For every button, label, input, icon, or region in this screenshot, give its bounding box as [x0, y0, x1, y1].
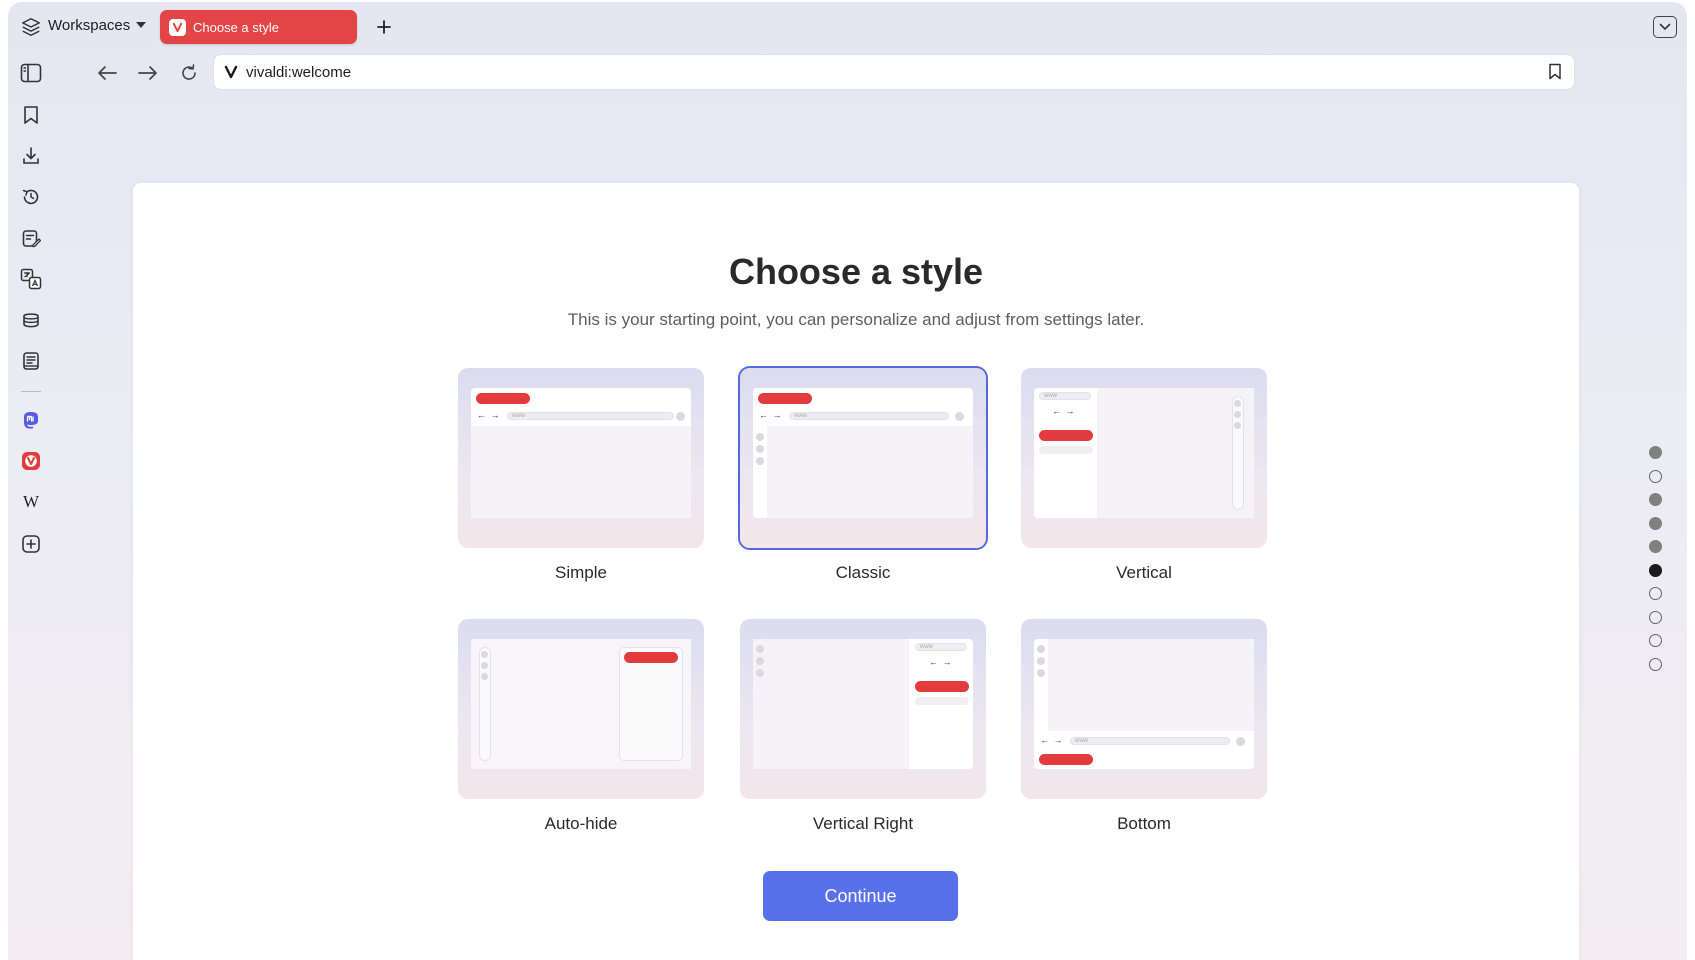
page-subtitle: This is your starting point, you can per… [567, 310, 1145, 329]
style-label: Auto-hide [544, 814, 618, 833]
back-button[interactable] [94, 60, 120, 86]
downloads-panel-button[interactable] [19, 144, 43, 168]
style-option-vertical[interactable]: www ← → Vertical [1021, 368, 1267, 582]
progress-step-dot[interactable] [1649, 634, 1662, 647]
style-preview-classic: ← → www [740, 368, 986, 548]
style-label: Vertical Right [812, 814, 914, 833]
reload-icon [182, 64, 196, 80]
panel-toggle-icon [20, 63, 42, 83]
add-web-panel-button[interactable] [19, 532, 43, 556]
wikipedia-icon: W [22, 492, 40, 511]
vivaldi-icon [169, 18, 186, 36]
style-option-vertical-right[interactable]: www ← → Vertical Right [740, 619, 986, 833]
chevron-down-icon [1659, 23, 1671, 31]
style-label: Classic [835, 563, 891, 582]
history-icon [22, 189, 39, 205]
style-preview-vertical-right: www ← → [740, 619, 986, 799]
reading-list-icon [23, 313, 39, 328]
vivaldi-icon [224, 65, 238, 79]
style-option-simple[interactable]: ← → www Simple [458, 368, 704, 582]
bookmark-icon[interactable] [1548, 63, 1562, 80]
progress-step-dot[interactable] [1649, 446, 1662, 459]
window-menu-button[interactable] [1653, 16, 1677, 38]
reading-list-panel-button[interactable] [19, 308, 43, 332]
address-bar[interactable]: vivaldi:welcome [214, 55, 1574, 89]
style-label: Simple [555, 563, 607, 582]
style-label: Vertical [1116, 563, 1172, 582]
new-tab-button[interactable] [372, 15, 396, 39]
workspaces-label[interactable]: Workspaces [48, 17, 130, 34]
wikipedia-panel-button[interactable]: W [19, 490, 43, 514]
tab-title: Choose a style [193, 19, 279, 35]
mastodon-icon [24, 412, 38, 429]
style-option-bottom[interactable]: ← → www Bottom [1021, 619, 1267, 833]
page-title: Choose a style [728, 251, 984, 292]
welcome-card: Choose a style This is your starting poi… [133, 183, 1579, 960]
progress-step-dot[interactable] [1649, 540, 1662, 553]
translate-panel-button[interactable] [19, 267, 43, 291]
style-option-classic[interactable]: ← → www Classic [740, 368, 986, 582]
tab-bar: Workspaces Choose a style [8, 2, 1687, 52]
vivaldi-icon [22, 452, 40, 470]
style-option-auto-hide[interactable]: Auto-hide [458, 619, 704, 833]
add-panel-icon [22, 535, 40, 553]
notes-icon [22, 230, 41, 248]
progress-step-dot[interactable] [1649, 469, 1662, 483]
forward-button[interactable] [135, 60, 161, 86]
reader-panel-button[interactable] [19, 349, 43, 373]
workspaces-icon[interactable] [20, 16, 42, 38]
history-panel-button[interactable] [19, 185, 43, 209]
vivaldi-panel-button[interactable] [19, 449, 43, 473]
style-label: Bottom [1117, 814, 1171, 833]
progress-step-dot[interactable] [1649, 657, 1662, 671]
style-preview-vertical: www ← → [1021, 368, 1267, 548]
bookmarks-panel-button[interactable] [19, 103, 43, 127]
panel-toggle-button[interactable] [19, 61, 43, 85]
style-preview-simple: ← → www [458, 368, 704, 548]
progress-step-dot[interactable] [1649, 563, 1662, 577]
continue-button[interactable]: Continue [763, 871, 958, 921]
style-preview-auto-hide [458, 619, 704, 799]
chevron-down-icon[interactable] [136, 22, 146, 28]
arrow-left-icon [98, 66, 117, 80]
reload-button[interactable] [176, 60, 202, 86]
plus-icon [377, 20, 391, 34]
download-icon [23, 147, 39, 164]
url-text[interactable]: vivaldi:welcome [246, 64, 351, 81]
progress-step-dot[interactable] [1649, 516, 1662, 530]
panel-divider [21, 391, 41, 392]
reader-icon [23, 352, 39, 370]
progress-step-dot[interactable] [1649, 610, 1662, 624]
progress-step-dot[interactable] [1649, 493, 1662, 506]
progress-step-dot[interactable] [1649, 587, 1662, 600]
bookmark-icon [24, 106, 38, 124]
mastodon-panel-button[interactable] [19, 408, 43, 432]
arrow-right-icon [138, 66, 157, 80]
tab-choose-a-style[interactable]: Choose a style [160, 10, 357, 44]
style-preview-bottom: ← → www [1021, 619, 1267, 799]
translate-icon [20, 268, 42, 290]
notes-panel-button[interactable] [19, 226, 43, 250]
